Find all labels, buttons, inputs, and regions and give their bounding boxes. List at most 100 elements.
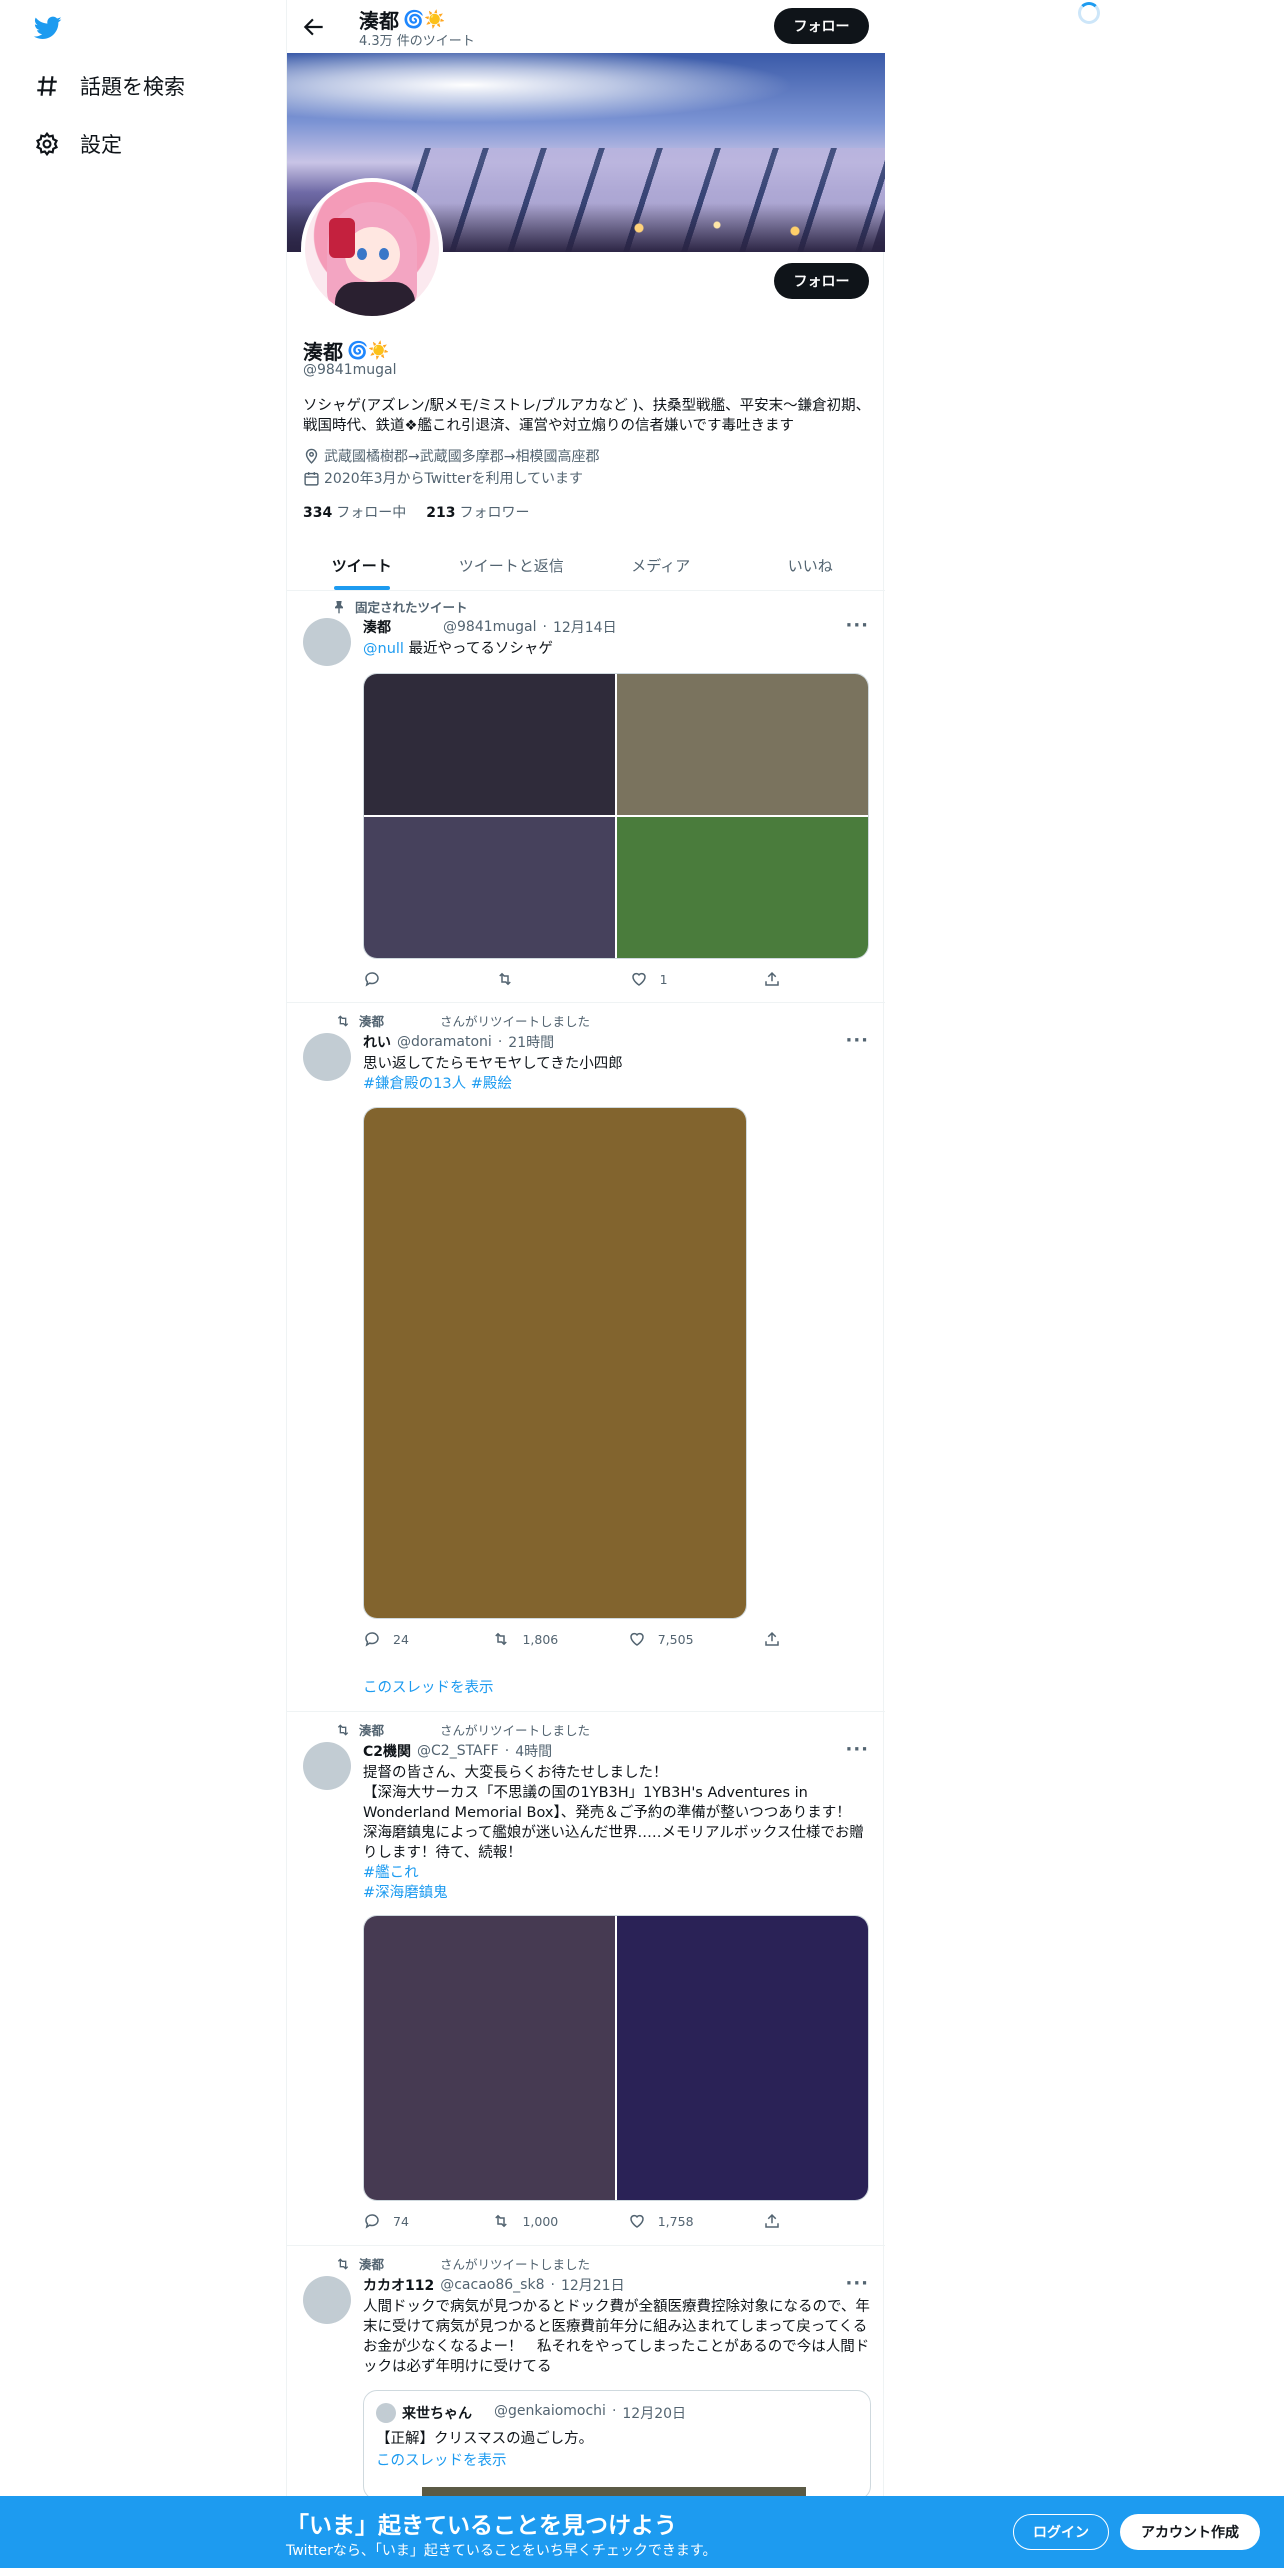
pinned-label: 固定されたツイート bbox=[355, 600, 468, 615]
media-image[interactable] bbox=[364, 1916, 615, 2200]
header-emoji: 🌀☀️ bbox=[403, 9, 446, 30]
quote-thread-link[interactable]: このスレッドを表示 bbox=[376, 2449, 507, 2470]
media-image[interactable] bbox=[617, 817, 868, 958]
tweet-author-name[interactable]: れい bbox=[363, 1032, 391, 1052]
quoted-tweet[interactable]: 来世ちゃん @genkaiomochi · 12月20日 【正解】クリスマスの過… bbox=[363, 2390, 871, 2500]
retweet-context: 湊都 さんがリツイートしました bbox=[335, 1720, 590, 1739]
tweet-time[interactable]: 4時間 bbox=[515, 1741, 552, 1761]
followers-link[interactable]: 213 フォロワー bbox=[426, 502, 529, 522]
tweet-author-handle[interactable]: @9841mugal bbox=[443, 619, 537, 635]
retweet-icon bbox=[337, 1723, 349, 1736]
reply-count: 74 bbox=[393, 2213, 409, 2229]
profile-tabs: ツイート ツイートと返信 メディア いいね bbox=[287, 540, 885, 591]
avatar[interactable] bbox=[303, 2276, 351, 2324]
pinned-context: 固定されたツイート bbox=[331, 597, 468, 616]
more-options-icon[interactable]: ··· bbox=[845, 615, 869, 636]
header-follow-button[interactable]: フォロー bbox=[774, 8, 869, 44]
tweet-author-name[interactable]: カカオ112 bbox=[363, 2275, 434, 2295]
tweet-time[interactable]: 12月21日 bbox=[561, 2275, 625, 2295]
twitter-logo-icon[interactable] bbox=[32, 14, 64, 42]
reply-button[interactable] bbox=[363, 970, 423, 988]
tweet-header: れい @doramatoni · 21時間 bbox=[363, 1032, 555, 1052]
header-tweet-count: 4.3万 件のツイート bbox=[359, 34, 475, 49]
retweet-button[interactable]: 1,806 bbox=[492, 1630, 558, 1648]
hashtag-link[interactable]: #艦これ bbox=[363, 1863, 871, 1883]
media-image[interactable] bbox=[617, 1916, 868, 2200]
tweet-author-handle[interactable]: @cacao86_sk8 bbox=[440, 2277, 544, 2293]
tweet[interactable]: 湊都 さんがリツイートしました れい @doramatoni · 21時間 ··… bbox=[287, 1003, 885, 1712]
retweet-button[interactable]: 1,000 bbox=[492, 2212, 558, 2230]
tweet-author-name[interactable]: C2機関 bbox=[363, 1741, 411, 1761]
avatar[interactable] bbox=[303, 1742, 351, 1790]
tweet-media[interactable] bbox=[363, 1107, 747, 1619]
retweet-icon bbox=[495, 1632, 508, 1646]
tweet-media-grid[interactable] bbox=[363, 673, 869, 959]
mention-link[interactable]: @null bbox=[363, 641, 404, 657]
profile-location: 武蔵國橘樹郡→武蔵國多摩郡→相模國高座郡 bbox=[303, 446, 599, 466]
more-options-icon[interactable]: ··· bbox=[845, 1739, 869, 1760]
login-button[interactable]: ログイン bbox=[1013, 2514, 1109, 2550]
more-options-icon[interactable]: ··· bbox=[845, 1030, 869, 1051]
reply-button[interactable]: 74 bbox=[363, 2212, 423, 2230]
reply-icon bbox=[365, 972, 379, 987]
location-text: 武蔵國橘樹郡→武蔵國多摩郡→相模國高座郡 bbox=[324, 449, 600, 465]
tab-tweets-and-replies[interactable]: ツイートと返信 bbox=[437, 540, 587, 590]
retweet-context: 湊都 さんがリツイートしました bbox=[335, 2254, 590, 2273]
tweet-author-handle[interactable]: @doramatoni bbox=[397, 1034, 492, 1050]
media-image[interactable] bbox=[364, 817, 615, 958]
followers-label: フォロワー bbox=[459, 505, 530, 521]
like-button[interactable]: 1,758 bbox=[628, 2212, 694, 2230]
avatar[interactable] bbox=[303, 618, 351, 666]
show-thread-link[interactable]: このスレッドを表示 bbox=[363, 1676, 494, 1697]
retweet-icon bbox=[499, 972, 512, 986]
media-image[interactable] bbox=[364, 674, 615, 815]
tab-media[interactable]: メディア bbox=[586, 540, 736, 590]
joined-text: 2020年3月からTwitterを利用しています bbox=[324, 471, 584, 487]
tweet[interactable]: 湊都 さんがリツイートしました C2機関 @C2_STAFF · 4時間 ···… bbox=[287, 1712, 885, 2246]
tweet-time[interactable]: 12月14日 bbox=[553, 617, 617, 637]
media-image[interactable] bbox=[364, 1108, 746, 1618]
hashtag-link[interactable]: #深海磨鎮鬼 bbox=[363, 1883, 871, 1903]
avatar[interactable] bbox=[303, 1033, 351, 1081]
following-link[interactable]: 334 フォロー中 bbox=[303, 502, 406, 522]
sidebar-item-label: 設定 bbox=[80, 133, 122, 157]
profile-follow-button[interactable]: フォロー bbox=[774, 263, 869, 299]
share-button[interactable] bbox=[763, 970, 783, 988]
hashtag-links[interactable]: #鎌倉殿の13人 #殿絵 bbox=[363, 1074, 871, 1094]
more-options-icon[interactable]: ··· bbox=[845, 2273, 869, 2294]
gear-icon bbox=[36, 131, 58, 157]
sidebar-item-settings[interactable]: 設定 bbox=[34, 124, 122, 164]
tweet-author-name[interactable]: 湊都 bbox=[363, 617, 391, 637]
tweet-author-handle[interactable]: @C2_STAFF bbox=[417, 1743, 499, 1759]
profile-avatar[interactable] bbox=[301, 178, 443, 320]
retweeter-name[interactable]: 湊都 bbox=[359, 2254, 384, 2273]
tab-likes[interactable]: いいね bbox=[736, 540, 886, 590]
share-button[interactable] bbox=[763, 1630, 783, 1648]
profile-name: 湊都 🌀☀️ bbox=[303, 336, 389, 365]
follow-stats: 334 フォロー中 213 フォロワー bbox=[303, 502, 529, 522]
retweet-button[interactable] bbox=[496, 970, 556, 988]
followers-count: 213 bbox=[426, 505, 456, 521]
sidebar-item-explore[interactable]: 話題を検索 bbox=[34, 66, 185, 106]
share-button[interactable] bbox=[763, 2212, 783, 2230]
reply-button[interactable]: 24 bbox=[363, 1630, 423, 1648]
retweeter-name[interactable]: 湊都 bbox=[359, 1720, 384, 1739]
like-button[interactable]: 7,505 bbox=[628, 1630, 694, 1648]
like-button[interactable]: 1 bbox=[630, 970, 690, 988]
retweeter-name[interactable]: 湊都 bbox=[359, 1011, 384, 1030]
tweet-body: 最近やってるソシャゲ bbox=[408, 641, 553, 657]
hashtag-icon bbox=[37, 76, 57, 96]
tweet-media-grid[interactable] bbox=[363, 1915, 869, 2201]
retweet-suffix: さんがリツイートしました bbox=[440, 1014, 591, 1029]
signup-button[interactable]: アカウント作成 bbox=[1120, 2514, 1260, 2550]
tweet-time[interactable]: 21時間 bbox=[508, 1032, 554, 1052]
profile-header-bar: 湊都 🌀☀️ 4.3万 件のツイート フォロー bbox=[287, 0, 885, 53]
back-arrow-icon[interactable] bbox=[301, 14, 327, 40]
like-count: 1 bbox=[659, 971, 668, 987]
following-label: フォロー中 bbox=[336, 505, 407, 521]
media-image[interactable] bbox=[617, 674, 868, 815]
signup-prompt-bar: 「いま」起きていることを見つけよう Twitterなら、「いま」起きていることを… bbox=[0, 2496, 1284, 2568]
tweet[interactable]: 固定されたツイート 湊都 @9841mugal · 12月14日 ··· @nu… bbox=[287, 591, 885, 1003]
retweet-context: 湊都 さんがリツイートしました bbox=[335, 1011, 590, 1030]
tab-tweets[interactable]: ツイート bbox=[287, 540, 437, 590]
